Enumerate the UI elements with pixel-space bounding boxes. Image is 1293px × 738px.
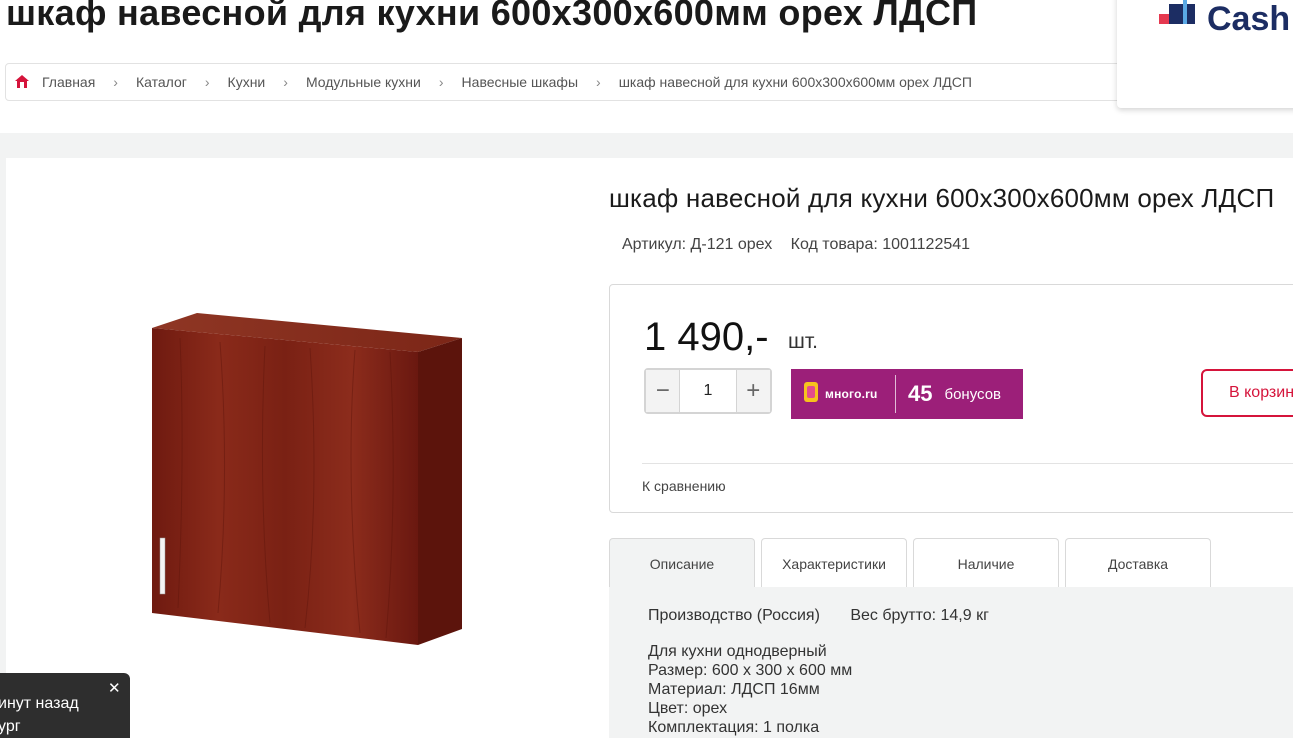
product-code: Код товара: 1001122541: [790, 236, 971, 253]
quantity-input[interactable]: 1: [679, 370, 737, 412]
chevron-right-icon: ›: [113, 74, 118, 90]
home-icon[interactable]: [14, 74, 30, 90]
chevron-right-icon: ›: [596, 74, 601, 90]
add-to-cart-button[interactable]: В корзину: [1201, 369, 1293, 417]
product-article: Артикул: Д-121 орех: [622, 236, 773, 253]
page-title: шкаф навесной для кухни 600х300х600мм ор…: [6, 0, 978, 33]
product-facts: Производство (Россия) Вес брутто: 14,9 к…: [648, 607, 1015, 625]
price: 1 490,-: [644, 315, 769, 359]
chevron-right-icon: ›: [204, 74, 210, 90]
bonus-count: 45: [908, 381, 933, 406]
breadcrumb-item-catalog[interactable]: Каталог: [136, 74, 187, 90]
chevron-right-icon: ›: [283, 74, 288, 90]
description-line: Цвет: орех: [648, 700, 728, 717]
price-unit: шт.: [788, 330, 818, 353]
quantity-stepper: − 1 +: [644, 368, 772, 414]
description-line: Для кухни однодверный: [648, 643, 827, 660]
decrease-button[interactable]: −: [646, 370, 680, 412]
breadcrumb: Главная › Каталог › Кухни › Модульные ку…: [5, 63, 1205, 101]
bonus-divider: [895, 375, 896, 413]
product-image[interactable]: [140, 308, 480, 658]
breadcrumb-item-kitchens[interactable]: Кухни: [228, 74, 266, 90]
breadcrumb-item-modular-kitchens[interactable]: Модульные кухни: [306, 74, 421, 90]
tab-description[interactable]: Описание: [609, 538, 755, 588]
description-line: Комплектация: 1 полка: [648, 719, 820, 736]
breadcrumb-item-home[interactable]: Главная: [42, 74, 95, 90]
breadcrumb-item-wall-cabinets[interactable]: Навесные шкафы: [462, 74, 578, 90]
cashback-logo-text: Cash: [1207, 0, 1291, 38]
toast-text: ург: [0, 718, 21, 735]
description-panel: Производство (Россия) Вес брутто: 14,9 к…: [609, 587, 1293, 738]
cashback-widget[interactable]: Cash: [1117, 0, 1293, 108]
bonus-label: бонусов: [944, 385, 1002, 403]
product-weight: Вес брутто: 14,9 кг: [850, 607, 989, 624]
bonus-badge[interactable]: много.ru 45 бонусов: [791, 369, 1023, 419]
product-description: Для кухни однодверный Размер: 600 х 300 …: [648, 642, 852, 737]
product-name: шкаф навесной для кухни 600х300х600мм ор…: [609, 183, 1275, 213]
gift-icon: [1157, 0, 1201, 35]
product-origin: Производство (Россия): [648, 607, 820, 624]
toast-text: инут назад: [0, 695, 79, 712]
increase-button[interactable]: +: [736, 370, 770, 412]
description-line: Размер: 600 х 300 х 600 мм: [648, 662, 853, 679]
product-tabs: Описание Характеристики Наличие Доставка: [609, 538, 1217, 588]
mnogo-logo-text: много.ru: [825, 387, 878, 401]
tab-availability[interactable]: Наличие: [913, 538, 1059, 588]
breadcrumb-current: шкаф навесной для кухни 600х300х600мм ор…: [618, 74, 972, 90]
chevron-right-icon: ›: [438, 74, 444, 90]
mnogo-icon: [803, 381, 819, 408]
product-meta: Артикул: Д-121 орех Код товара: 10011225…: [622, 236, 984, 254]
tab-delivery[interactable]: Доставка: [1065, 538, 1211, 588]
tab-characteristics[interactable]: Характеристики: [761, 538, 907, 588]
description-line: Материал: ЛДСП 16мм: [648, 681, 820, 698]
close-icon[interactable]: ✕: [108, 679, 121, 697]
mnogo-logo: много.ru: [803, 381, 895, 408]
compare-link[interactable]: К сравнению: [642, 478, 726, 494]
divider: [642, 463, 1293, 464]
price-box: 1 490,- шт. − 1 + много.ru 45 бонусов В …: [609, 284, 1293, 513]
notification-toast: ✕ инут назад ург: [0, 673, 130, 738]
